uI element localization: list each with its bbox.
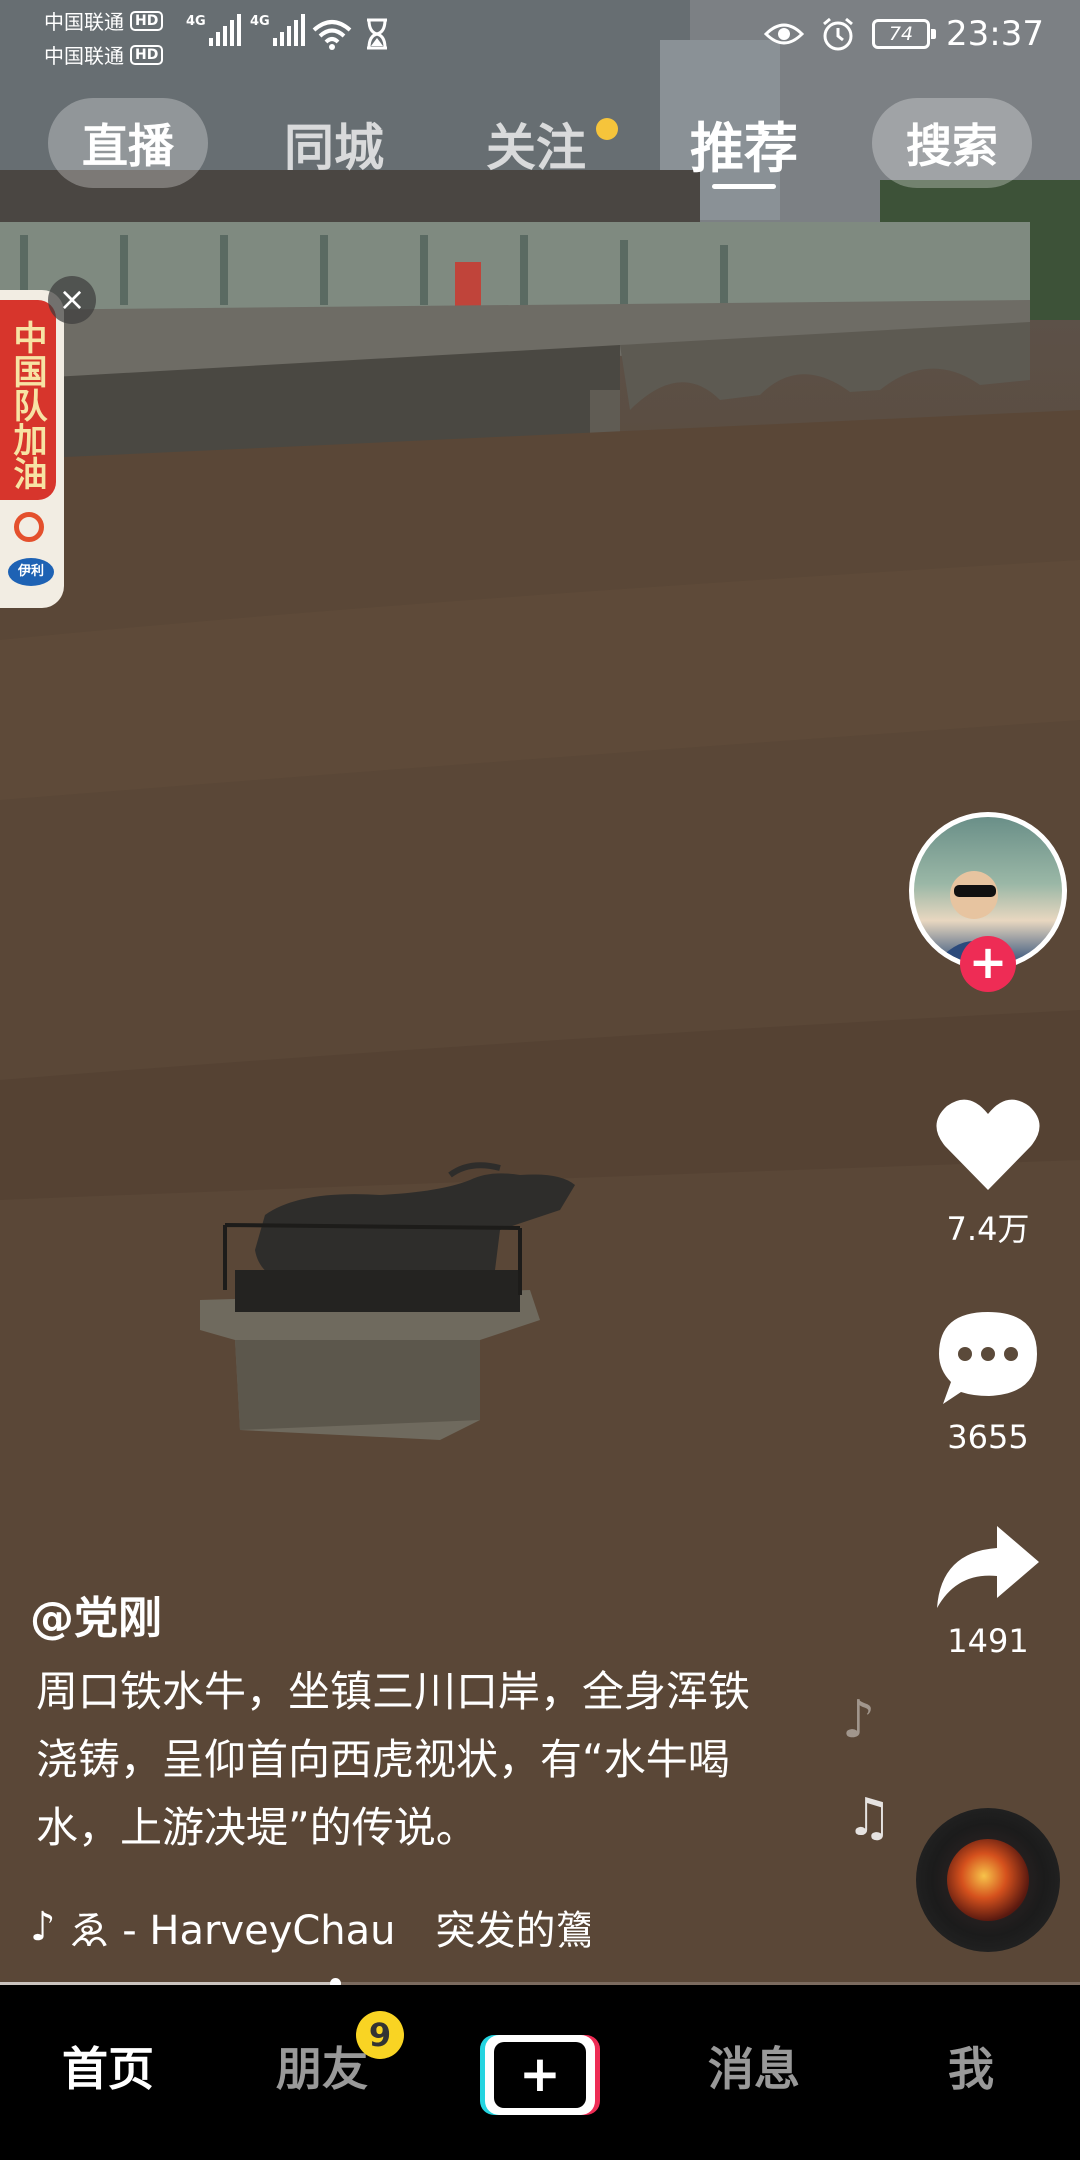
close-icon[interactable]: ×: [48, 276, 96, 324]
nav-home[interactable]: 首页: [62, 2033, 154, 2099]
tab-local[interactable]: 同城: [284, 108, 384, 180]
comment-button[interactable]: 3655: [920, 1308, 1056, 1456]
nav-messages[interactable]: 消息: [708, 2033, 800, 2099]
promo-banner[interactable]: 中国队加油 伊利: [0, 290, 64, 608]
tab-live-label: 直播: [82, 119, 174, 173]
notification-dot: [596, 118, 618, 140]
alarm-icon: [823, 17, 853, 51]
share-arrow-icon: [937, 1526, 1039, 1608]
signal-icon: 4G: [186, 14, 241, 46]
carrier-2: 中国联通 HD: [44, 40, 164, 69]
tab-live[interactable]: 直播: [48, 98, 208, 188]
clock: 23:37: [946, 14, 1044, 54]
comment-count: 3655: [947, 1418, 1029, 1456]
hd-badge: HD: [130, 44, 164, 65]
create-button-face: +: [485, 2035, 595, 2115]
eye-icon: [764, 23, 805, 45]
nav-home-label: 首页: [62, 2042, 154, 2096]
carrier-name: 中国联通: [44, 10, 124, 34]
friends-badge: 9: [356, 2011, 404, 2059]
battery-icon: 74: [872, 19, 937, 49]
like-count: 7.4万: [946, 1210, 1030, 1248]
nav-me-label: 我: [948, 2042, 994, 2096]
status-right: 74 23:37: [764, 14, 1044, 54]
author-handle[interactable]: @党刚: [30, 1582, 162, 1646]
share-count: 1491: [947, 1622, 1029, 1660]
brand-logo: 伊利: [8, 558, 54, 586]
carrier-1: 中国联通 HD: [44, 6, 164, 35]
follow-button[interactable]: +: [960, 936, 1016, 992]
hourglass-icon: [367, 18, 387, 50]
tab-recommend[interactable]: 推荐: [690, 104, 798, 189]
battery-level: 74: [888, 23, 914, 45]
music-disc[interactable]: [916, 1808, 1060, 1952]
tiktok-logo-icon: ♪: [30, 1904, 56, 1950]
nav-messages-label: 消息: [708, 2042, 800, 2096]
like-button[interactable]: 7.4万: [920, 1094, 1056, 1250]
video-caption: 周口铁水牛，坐镇三川口岸，全身浑铁浇铸，呈仰首向西虎视状，有“水牛喝水，上游决堤…: [36, 1667, 751, 1852]
share-button[interactable]: 1491: [920, 1522, 1056, 1660]
music-note-icon: ♪: [842, 1690, 876, 1750]
bottom-nav: 首页 朋友 9 + 消息 我: [0, 1985, 1080, 2160]
search-button[interactable]: 搜索: [872, 98, 1032, 188]
nav-friends[interactable]: 朋友: [276, 2033, 368, 2099]
active-tab-indicator: [712, 184, 776, 189]
olympic-logo-icon: [14, 512, 44, 542]
heart-icon: [936, 1099, 1040, 1190]
tab-local-label: 同城: [284, 119, 384, 177]
carrier-name: 中国联通: [44, 44, 124, 68]
top-tabs: 直播 同城 关注 推荐 搜索: [0, 98, 1080, 198]
nav-me[interactable]: 我: [948, 2033, 994, 2099]
tab-recommend-label: 推荐: [690, 117, 798, 180]
plus-icon: +: [494, 2042, 586, 2108]
music-info[interactable]: ♪ ゑ - HarveyChau 突发的鷟: [30, 1898, 590, 1956]
search-label: 搜索: [906, 119, 998, 173]
tab-following[interactable]: 关注: [486, 108, 618, 180]
music-cover-art: [947, 1839, 1029, 1921]
comment-icon: [939, 1312, 1037, 1404]
hd-badge: HD: [130, 10, 164, 31]
wifi-icon: [312, 20, 352, 50]
promo-text: 中国队加油: [7, 320, 47, 490]
signal-icon: 4G: [250, 14, 305, 46]
music-title: ゑ - HarveyChau 突发的鷟: [69, 1908, 590, 1954]
network-type: 4G: [186, 14, 206, 29]
music-note-icon: ♫: [846, 1788, 893, 1848]
nav-friends-label: 朋友: [276, 2042, 368, 2096]
tab-following-label: 关注: [486, 119, 586, 177]
network-type: 4G: [250, 14, 270, 29]
status-bar: 中国联通 HD 中国联通 HD 4G 4G 74 23:37: [0, 0, 1080, 74]
create-button[interactable]: +: [480, 2035, 600, 2115]
